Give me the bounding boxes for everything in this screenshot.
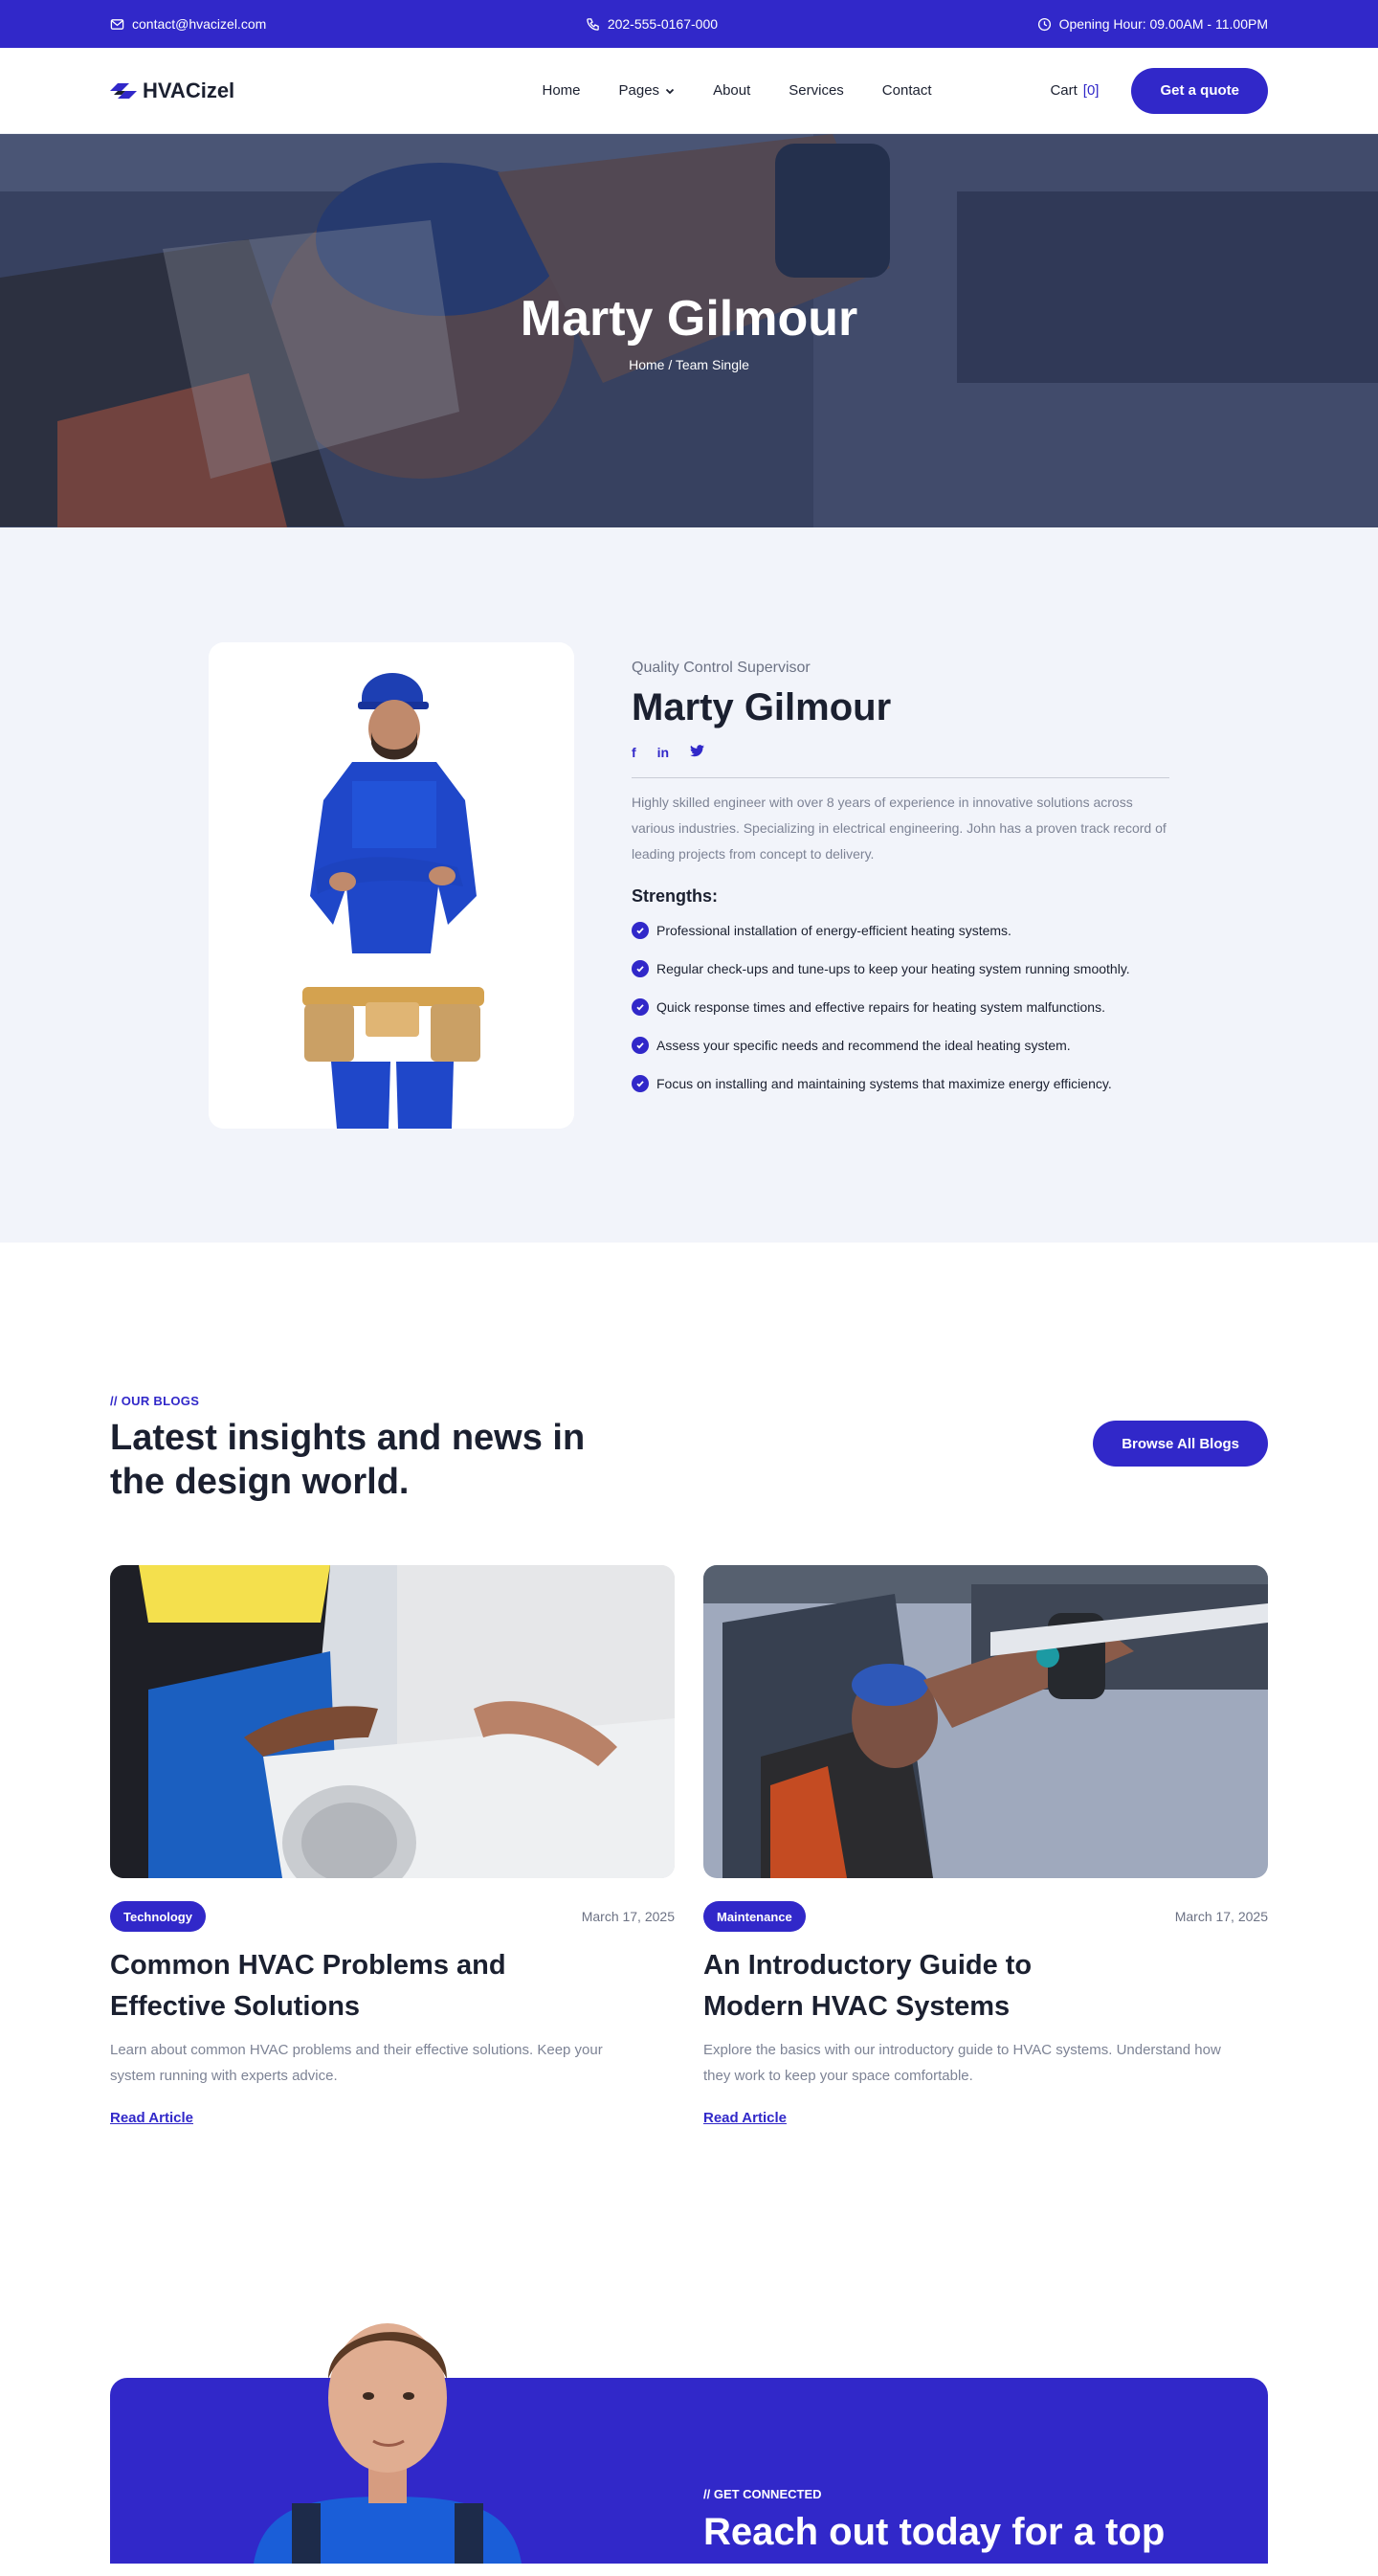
team-member-profile: Quality Control Supervisor Marty Gilmour…: [0, 527, 1378, 1243]
strength-text: Quick response times and effective repai…: [656, 999, 1105, 1015]
nav-about-label: About: [713, 82, 751, 99]
twitter-bird-glyph: [690, 745, 705, 757]
blog-title[interactable]: An Introductory Guide to Modern HVAC Sys…: [703, 1945, 1134, 2027]
twitter-icon[interactable]: [690, 745, 705, 760]
cart-link[interactable]: Cart [0]: [1050, 82, 1099, 99]
hero-banner: Marty Gilmour Home / Team Single: [0, 134, 1378, 527]
blog-title[interactable]: Common HVAC Problems and Effective Solut…: [110, 1945, 541, 2027]
logo-icon: [110, 82, 137, 99]
blogs-heading: Latest insights and news in the design w…: [110, 1418, 586, 1502]
hours-text: Opening Hour: 09.00AM - 11.00PM: [1058, 16, 1268, 32]
main-nav: Home Pages About Services Contact: [493, 82, 981, 99]
cta-eyebrow: // GET CONNECTED: [703, 2487, 822, 2501]
list-item: Regular check-ups and tune-ups to keep y…: [632, 960, 1169, 977]
list-item: Professional installation of energy-effi…: [632, 922, 1169, 939]
clock-icon: [1037, 17, 1051, 31]
cart-label: Cart: [1050, 82, 1078, 99]
phone-icon: [587, 17, 599, 31]
blog-card: Maintenance March 17, 2025 An Introducto…: [703, 1565, 1268, 2127]
blogs-eyebrow: // OUR BLOGS: [110, 1394, 200, 1408]
main-header: HVACizel Home Pages About Services Conta…: [0, 48, 1378, 134]
get-quote-button[interactable]: Get a quote: [1131, 67, 1268, 114]
blog-tag[interactable]: Technology: [110, 1901, 206, 1932]
blog-date: March 17, 2025: [1174, 1909, 1268, 1924]
cta-person-image: [254, 2323, 522, 2564]
member-role: Quality Control Supervisor: [632, 660, 811, 676]
nav-home[interactable]: Home: [543, 82, 581, 99]
technician-ceiling-photo: [703, 1565, 1268, 1878]
member-bio: Highly skilled engineer with over 8 year…: [632, 795, 1167, 862]
blogs-section: // OUR BLOGS Latest insights and news in…: [0, 1243, 1378, 2227]
read-article-link[interactable]: Read Article: [703, 2110, 787, 2126]
list-item: Focus on installing and maintaining syst…: [632, 1075, 1169, 1092]
header-actions: Cart [0] Get a quote: [981, 67, 1268, 114]
brand-logo[interactable]: HVACizel: [110, 78, 493, 103]
linkedin-icon[interactable]: in: [657, 745, 669, 760]
nav-services[interactable]: Services: [789, 82, 844, 99]
hours-info: Opening Hour: 09.00AM - 11.00PM: [1037, 16, 1268, 32]
technician-image: [209, 642, 574, 1129]
strengths-list: Professional installation of energy-effi…: [632, 922, 1169, 1092]
nav-about[interactable]: About: [713, 82, 750, 99]
phone-text: 202-555-0167-000: [607, 16, 719, 32]
list-item: Assess your specific needs and recommend…: [632, 1037, 1169, 1054]
nav-contact-label: Contact: [881, 82, 932, 99]
member-photo: [209, 642, 574, 1129]
strength-text: Assess your specific needs and recommend…: [656, 1038, 1071, 1053]
breadcrumb: Home / Team Single: [629, 356, 749, 372]
strength-text: Professional installation of energy-effi…: [656, 923, 1011, 938]
contact-cta-section: // GET CONNECTED Reach out today for a t…: [0, 2227, 1378, 2564]
strength-text: Regular check-ups and tune-ups to keep y…: [656, 961, 1130, 976]
list-item: Quick response times and effective repai…: [632, 998, 1169, 1016]
strength-text: Focus on installing and maintaining syst…: [656, 1076, 1112, 1091]
chevron-down-icon: [665, 88, 675, 94]
brand-name: HVACizel: [143, 78, 235, 102]
nav-services-label: Services: [789, 82, 844, 99]
member-name: Marty Gilmour: [632, 686, 892, 728]
blog-card: Technology March 17, 2025 Common HVAC Pr…: [110, 1565, 675, 2127]
blog-excerpt: Learn about common HVAC problems and the…: [110, 2042, 603, 2084]
email-info[interactable]: contact@hvacizel.com: [110, 16, 266, 32]
blog-tag[interactable]: Maintenance: [703, 1901, 806, 1932]
profile-divider: [632, 777, 1169, 778]
browse-all-blogs-button[interactable]: Browse All Blogs: [1093, 1421, 1268, 1467]
nav-pages-label: Pages: [618, 82, 660, 99]
check-circle-icon: [632, 922, 649, 939]
cta-heading: Reach out today for a top: [703, 2511, 1166, 2553]
blog-date: March 17, 2025: [581, 1909, 675, 1924]
member-details: Quality Control Supervisor Marty Gilmour…: [632, 642, 1169, 1129]
social-links: f in: [632, 745, 1169, 760]
check-circle-icon: [632, 1075, 649, 1092]
check-circle-icon: [632, 960, 649, 977]
ac-unit-photo: [110, 1565, 675, 1878]
facebook-icon[interactable]: f: [632, 745, 636, 760]
top-info-bar: contact@hvacizel.com 202-555-0167-000 Op…: [0, 0, 1378, 48]
strengths-heading: Strengths:: [632, 886, 718, 906]
nav-pages[interactable]: Pages: [619, 82, 676, 99]
mail-icon: [110, 18, 124, 30]
blog-image[interactable]: [703, 1565, 1268, 1878]
blog-image[interactable]: [110, 1565, 675, 1878]
email-text: contact@hvacizel.com: [132, 16, 267, 32]
read-article-link[interactable]: Read Article: [110, 2110, 193, 2126]
cart-count: [0]: [1082, 82, 1100, 99]
page-title: Marty Gilmour: [520, 290, 858, 347]
check-circle-icon: [632, 998, 649, 1016]
nav-contact[interactable]: Contact: [882, 82, 932, 99]
phone-info[interactable]: 202-555-0167-000: [586, 16, 718, 32]
check-circle-icon: [632, 1037, 649, 1054]
nav-home-label: Home: [542, 82, 581, 99]
blog-excerpt: Explore the basics with our introductory…: [703, 2042, 1221, 2084]
